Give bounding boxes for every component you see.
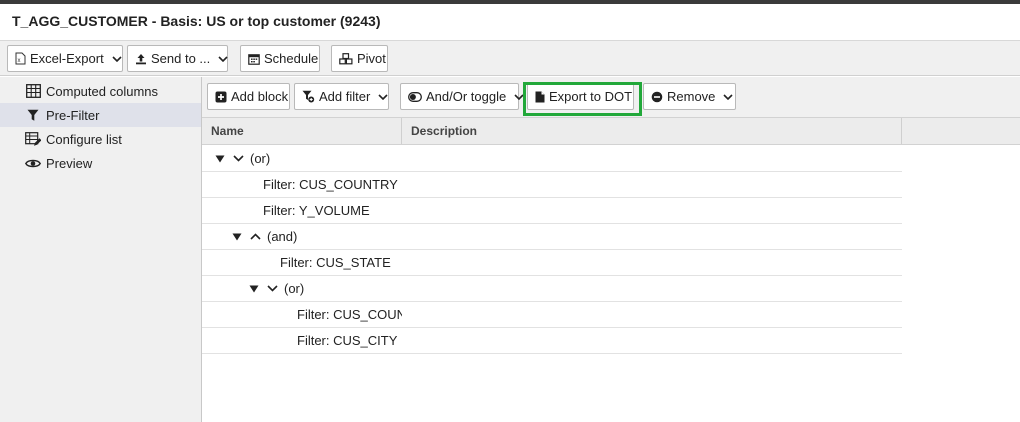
chevron-down-icon — [266, 283, 278, 295]
chevron-up-icon — [249, 231, 261, 243]
group-label: (or) — [250, 151, 271, 166]
and-or-toggle-button[interactable]: And/Or toggle — [400, 83, 524, 110]
tree-node-label: Filter: CUS_COUNTRY — [297, 302, 402, 327]
tree-node-label: Filter: CUS_COUNTRY — [263, 172, 402, 197]
table-edit-icon — [25, 131, 41, 147]
add-block-label: Add block — [231, 89, 289, 104]
column-header-name[interactable]: Name — [202, 118, 402, 144]
excel-file-icon: x — [15, 52, 26, 66]
plus-square-icon — [215, 90, 227, 104]
chevron-down-icon[interactable] — [378, 90, 388, 104]
sidebar-item-label: Preview — [46, 155, 93, 171]
filter-label: Filter: CUS_COUNTRY — [263, 177, 398, 192]
sidebar-item-label: Computed columns — [46, 83, 158, 99]
tree-node-label: (and) — [231, 224, 402, 249]
tree-node-label: (or) — [248, 276, 402, 301]
expand-triangle-icon[interactable] — [214, 153, 226, 165]
tree-row[interactable]: (and) — [202, 224, 902, 250]
excel-export-button[interactable]: x Excel-Export — [7, 45, 123, 72]
group-label: (or) — [284, 281, 305, 296]
tree-row[interactable]: Filter: CUS_COUNTRY — [202, 302, 902, 328]
add-filter-button[interactable]: Add filter — [294, 83, 389, 110]
chevron-down-icon — [232, 153, 244, 165]
chevron-down-icon[interactable] — [723, 90, 733, 104]
filter-toolbar: Add block Add filter And/Or toggle Expor… — [202, 77, 1020, 117]
schedule-button[interactable]: Schedule — [240, 45, 320, 72]
excel-export-label: Excel-Export — [30, 51, 104, 66]
column-header-description[interactable]: Description — [402, 118, 902, 144]
group-label: (and) — [267, 229, 298, 244]
tree-row[interactable]: Filter: CUS_STATE — [202, 250, 902, 276]
highlight-frame — [523, 82, 642, 116]
cubes-icon — [339, 52, 353, 66]
sidebar-item-pre-filter[interactable]: Pre-Filter — [0, 103, 201, 127]
send-to-label: Send to ... — [151, 51, 211, 66]
send-to-button[interactable]: Send to ... — [127, 45, 228, 72]
chevron-down-icon[interactable] — [218, 52, 228, 66]
add-block-button[interactable]: Add block — [207, 83, 290, 110]
tree-row[interactable]: Filter: CUS_COUNTRY — [202, 172, 902, 198]
svg-text:x: x — [18, 58, 21, 64]
tree-node-label: Filter: CUS_STATE — [280, 250, 402, 275]
expand-triangle-icon[interactable] — [231, 231, 243, 243]
main-panel: Add block Add filter And/Or toggle Expor… — [202, 77, 1020, 422]
upload-icon — [135, 52, 147, 66]
tree-header: Name Description — [202, 117, 1020, 145]
pivot-button[interactable]: Pivot — [331, 45, 388, 72]
calendar-icon — [248, 52, 260, 66]
main-toolbar: x Excel-Export Send to ... Schedule Pivo… — [0, 40, 1020, 76]
filter-label: Filter: CUS_STATE — [280, 255, 391, 270]
add-filter-label: Add filter — [319, 89, 371, 104]
filter-plus-icon — [302, 90, 315, 104]
window-titlebar: T_AGG_CUSTOMER - Basis: US or top custom… — [0, 0, 1020, 40]
tree-node-label: (or) — [214, 146, 402, 171]
tree-row[interactable]: Filter: Y_VOLUME — [202, 198, 902, 224]
tree-row[interactable]: (or) — [202, 146, 902, 172]
chevron-down-icon[interactable] — [112, 52, 122, 66]
grid-icon — [25, 83, 41, 99]
sidebar-item-label: Pre-Filter — [46, 107, 100, 123]
filter-label: Filter: CUS_COUNTRY — [297, 307, 402, 322]
sidebar-item-label: Configure list — [46, 131, 122, 147]
eye-icon — [25, 155, 41, 171]
tree-row[interactable]: (or) — [202, 276, 902, 302]
sidebar-item-configure-list[interactable]: Configure list — [0, 127, 201, 151]
remove-label: Remove — [667, 89, 716, 104]
tree-node-label: Filter: Y_VOLUME — [263, 198, 402, 223]
sidebar: Computed columns Pre-Filter Configure li… — [0, 77, 202, 422]
window-title: T_AGG_CUSTOMER - Basis: US or top custom… — [12, 13, 381, 29]
filter-label: Filter: Y_VOLUME — [263, 203, 370, 218]
toggle-icon — [408, 90, 422, 104]
minus-circle-icon — [651, 90, 663, 104]
tree-node-label: Filter: CUS_CITY — [297, 328, 402, 353]
tree-row[interactable]: Filter: CUS_CITY — [202, 328, 902, 354]
and-or-toggle-label: And/Or toggle — [426, 89, 507, 104]
remove-button[interactable]: Remove — [643, 83, 736, 110]
sidebar-item-preview[interactable]: Preview — [0, 151, 201, 175]
filter-icon — [25, 107, 41, 123]
expand-triangle-icon[interactable] — [248, 283, 260, 295]
sidebar-item-computed-columns[interactable]: Computed columns — [0, 79, 201, 103]
pivot-label: Pivot — [357, 51, 386, 66]
schedule-label: Schedule — [264, 51, 319, 66]
filter-label: Filter: CUS_CITY — [297, 333, 398, 348]
